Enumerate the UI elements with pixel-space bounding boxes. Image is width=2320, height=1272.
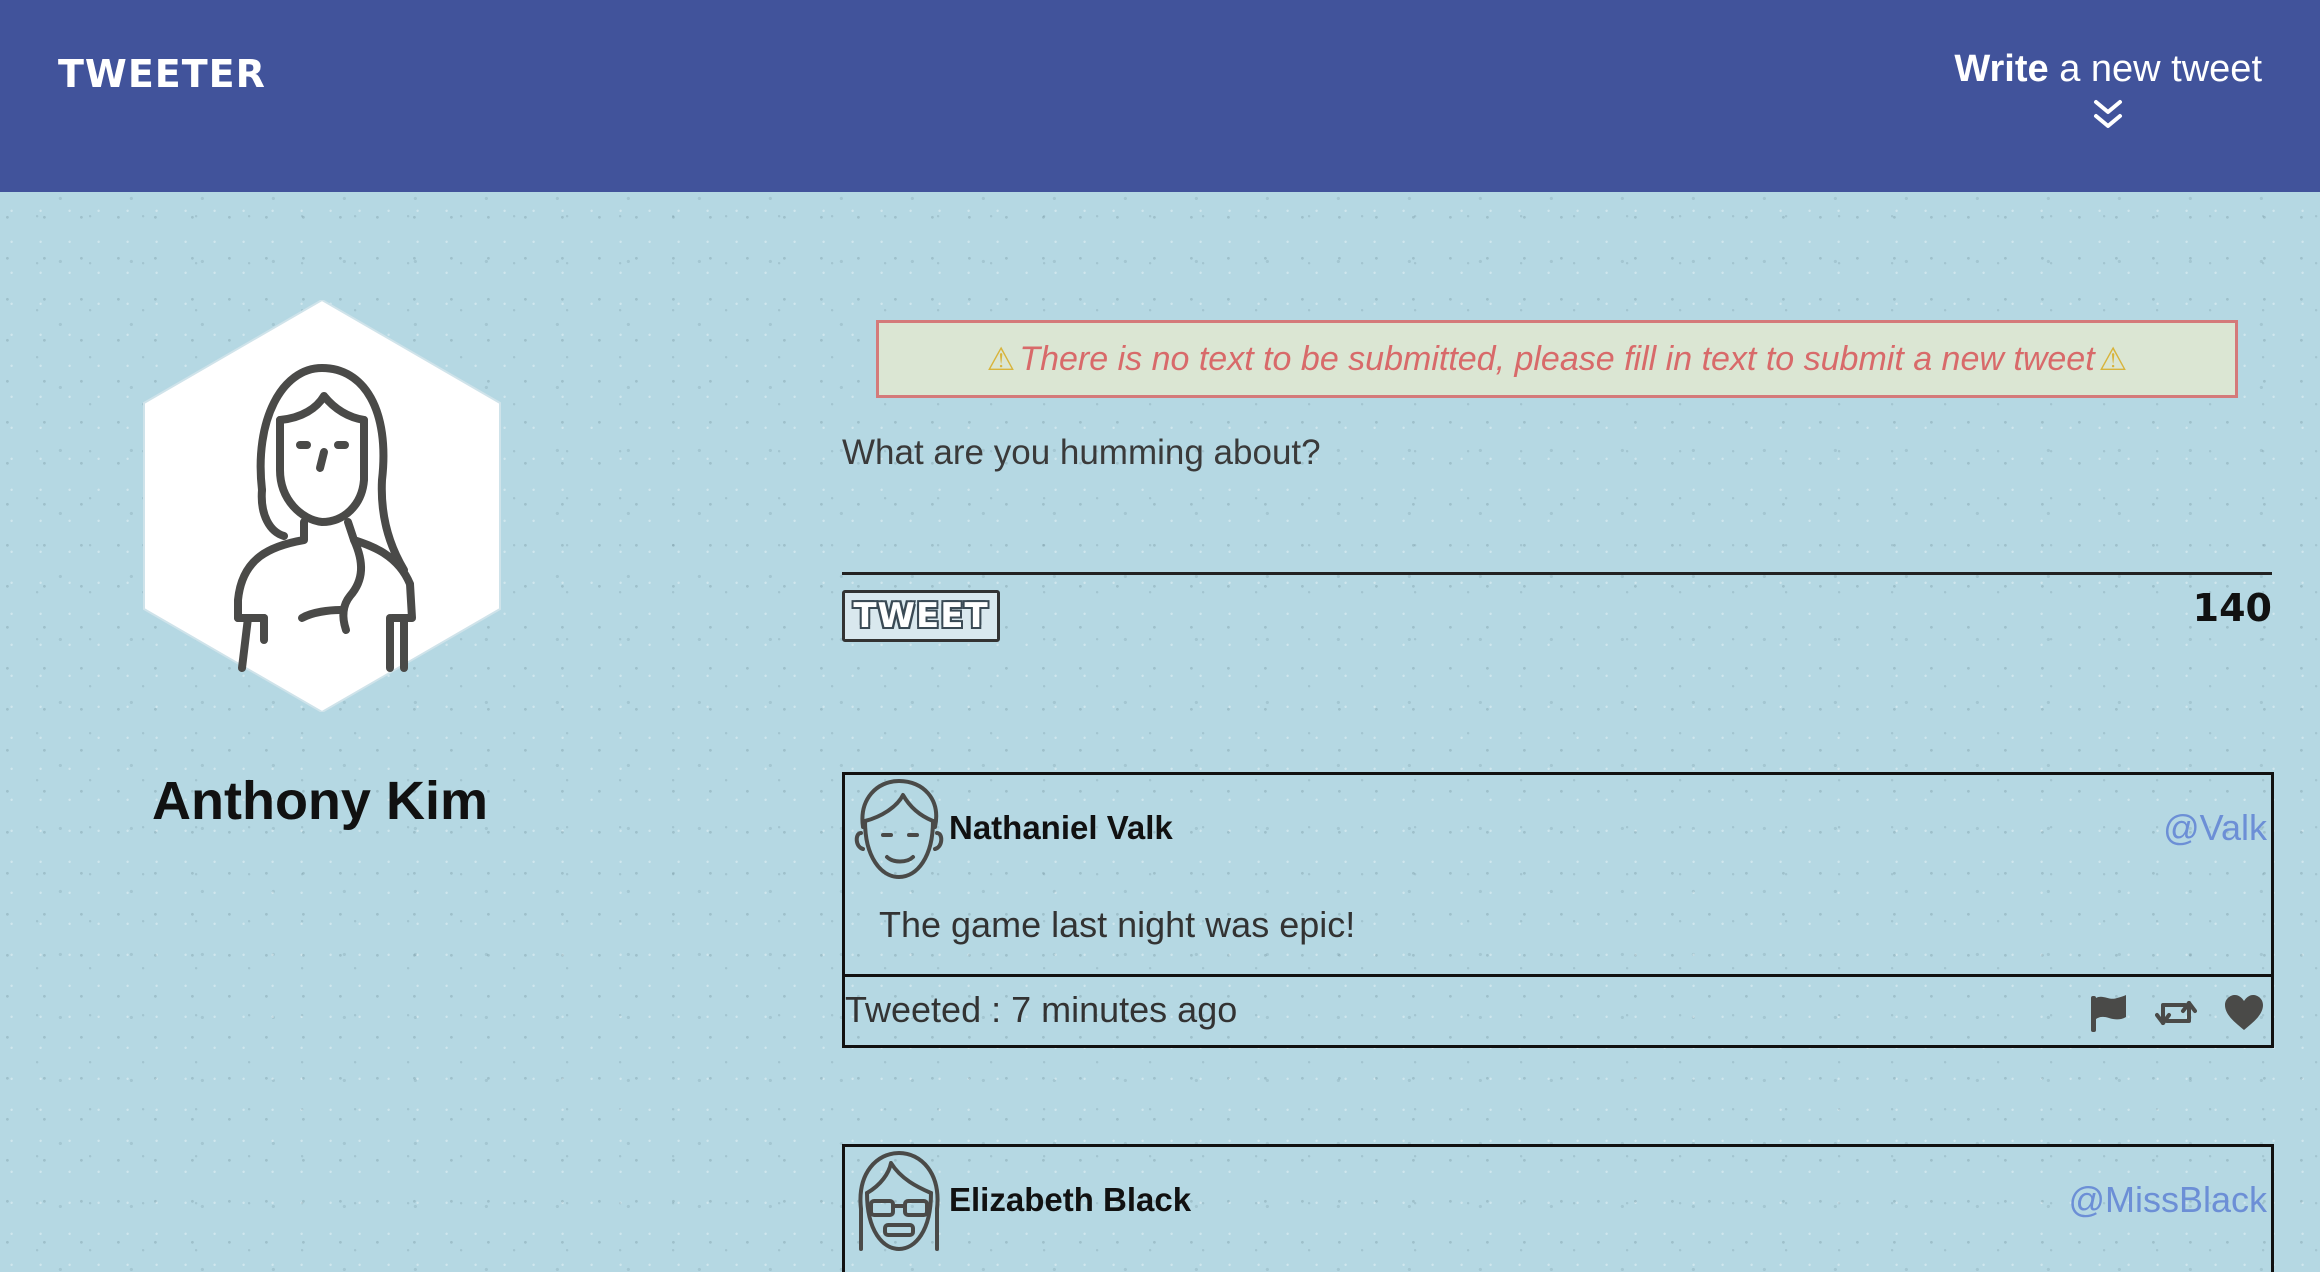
tweet-actions bbox=[2087, 993, 2265, 1033]
tweet-submit-button[interactable]: TWEET bbox=[842, 590, 1000, 642]
tweet-content: The game last night was epic! bbox=[845, 885, 2271, 977]
tweet-header: Elizabeth Black @MissBlack bbox=[845, 1147, 2271, 1257]
man-avatar-icon bbox=[854, 779, 944, 879]
retweet-icon[interactable] bbox=[2155, 993, 2197, 1033]
profile-avatar bbox=[143, 300, 501, 712]
brand-logo[interactable]: TWEETER bbox=[58, 52, 266, 96]
top-navbar: TWEETER Write a new tweet bbox=[0, 0, 2320, 192]
warning-icon: ⚠ bbox=[986, 341, 1016, 377]
error-text: There is no text to be submitted, please… bbox=[1019, 339, 2095, 378]
tweet-text-input[interactable] bbox=[842, 425, 2272, 575]
tweet-card: Nathaniel Valk @Valk The game last night… bbox=[842, 772, 2274, 1048]
tweet-timestamp: Tweeted : 7 minutes ago bbox=[845, 989, 1238, 1030]
tweet-card: Elizabeth Black @MissBlack bbox=[842, 1144, 2274, 1272]
tweet-author-handle[interactable]: @MissBlack bbox=[2068, 1179, 2267, 1221]
write-tweet-label[interactable]: Write a new tweet bbox=[1954, 48, 2262, 90]
double-chevron-down-icon[interactable] bbox=[2093, 98, 2123, 132]
error-message: ⚠ There is no text to be submitted, plea… bbox=[876, 320, 2238, 398]
flag-icon[interactable] bbox=[2087, 993, 2129, 1033]
woman-glasses-avatar-icon bbox=[858, 1151, 940, 1251]
heart-icon[interactable] bbox=[2223, 993, 2265, 1033]
profile-name: Anthony Kim bbox=[152, 771, 488, 831]
tweet-author-name: Elizabeth Black bbox=[949, 1181, 1192, 1218]
tweet-footer: Tweeted : 7 minutes ago bbox=[845, 977, 2271, 1045]
tweet-header: Nathaniel Valk @Valk bbox=[845, 775, 2271, 885]
warning-icon: ⚠ bbox=[2098, 341, 2128, 377]
write-tweet-toggle[interactable]: Write a new tweet bbox=[1954, 48, 2262, 128]
tweet-author-name: Nathaniel Valk bbox=[949, 809, 1173, 846]
char-counter: 140 bbox=[2192, 586, 2272, 630]
tweet-author-handle[interactable]: @Valk bbox=[2163, 807, 2267, 849]
